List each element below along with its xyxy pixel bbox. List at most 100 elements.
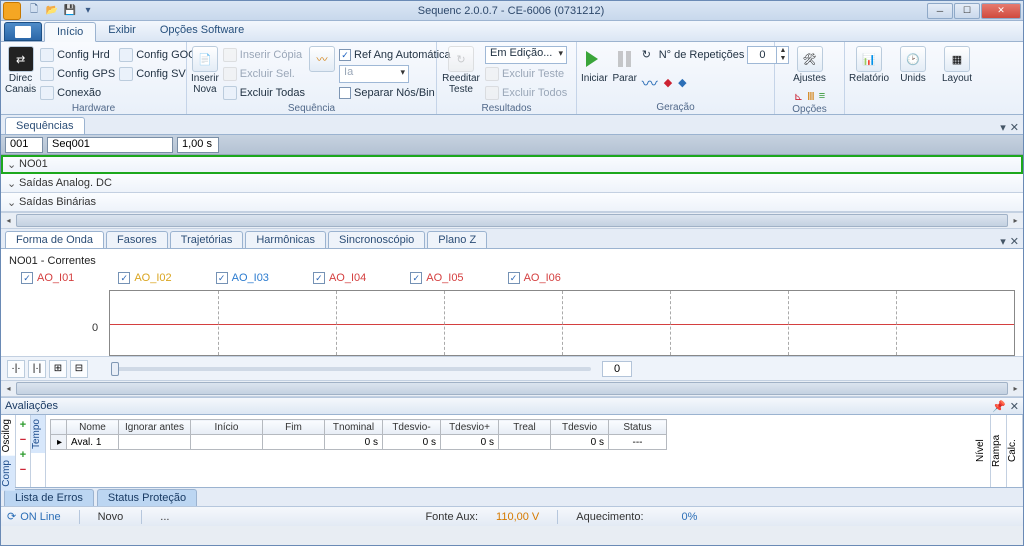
tab-fasores[interactable]: Fasores (106, 231, 168, 248)
close-pane-icon[interactable]: ✕ (1010, 121, 1019, 134)
ref-icon-button[interactable]: 〰 (309, 44, 335, 74)
conexao-button[interactable]: Conexão (40, 84, 115, 102)
unids-button[interactable]: 🕑Unids (893, 44, 933, 86)
window-title: Sequenc 2.0.0.7 - CE-6006 (0731212) (96, 5, 926, 17)
table-row[interactable]: ▸ Aval. 1 0 s 0 s 0 s 0 s --- (51, 435, 667, 450)
excluir-todas-button[interactable]: Excluir Todas (223, 84, 305, 102)
gear-icon (40, 48, 54, 62)
trash-all-icon (485, 86, 499, 100)
row-saidas-analog[interactable]: ⌄Saídas Analog. DC (1, 174, 1023, 193)
channel-ao-i01[interactable]: ✓AO_I01 (21, 272, 74, 284)
tab-exibir[interactable]: Exibir (96, 21, 148, 41)
excluir-teste-button[interactable]: Excluir Teste (485, 65, 567, 83)
sidetab-oscilog[interactable]: Oscilog (1, 415, 15, 456)
sidetab-calc[interactable]: Calc. (1007, 415, 1023, 487)
tab-opcoes[interactable]: Opções Software (148, 21, 256, 41)
channel-ao-i03[interactable]: ✓AO_I03 (216, 272, 269, 284)
row-saidas-bin[interactable]: ⌄Saídas Binárias (1, 193, 1023, 212)
row-no01[interactable]: ⌄NO01 (1, 155, 1023, 174)
relatorio-button[interactable]: 📊Relatório (849, 44, 889, 86)
pin-icon[interactable]: 📌 (992, 400, 1006, 413)
excluir-sel-button[interactable]: Excluir Sel. (223, 65, 305, 83)
qat-save-icon[interactable]: 💾 (62, 3, 78, 19)
iniciar-button[interactable]: Iniciar (581, 44, 608, 86)
direc-canais-button[interactable]: ⇄ Direc Canais (5, 44, 36, 97)
ref-ang-checkbox[interactable]: ✓ (339, 49, 351, 61)
chart-icon[interactable]: ⊾ (794, 90, 803, 103)
close-button[interactable]: ✕ (981, 3, 1021, 19)
wave-tool-icon[interactable]: 〰 (642, 70, 658, 94)
ia-select[interactable]: Ia (339, 65, 409, 83)
sidetab-nivel[interactable]: Nível (975, 415, 991, 487)
checkbox-icon[interactable]: ✓ (216, 272, 228, 284)
cursor-1-button[interactable]: ·|· (7, 360, 25, 378)
checkbox-icon[interactable]: ✓ (313, 272, 325, 284)
seq-duration-field[interactable]: 1,00 s (177, 137, 219, 153)
qat-dropdown-icon[interactable]: ▾ (80, 3, 96, 19)
tab-sincronoscopio[interactable]: Sincronoscópio (328, 231, 425, 248)
cursor-2-button[interactable]: |·| (28, 360, 46, 378)
list-icon[interactable]: ≡ (819, 90, 825, 103)
bars-icon[interactable]: Ⅲ (807, 90, 815, 103)
nrep-label: N° de Repetições (659, 49, 745, 61)
minimize-button[interactable]: ─ (927, 3, 953, 19)
parar-button[interactable]: Parar (612, 44, 638, 86)
maximize-button[interactable]: ☐ (954, 3, 980, 19)
separar-checkbox[interactable] (339, 87, 351, 99)
seq-scrollbar[interactable]: ◂▸ (1, 212, 1023, 229)
marker-red-icon[interactable]: ◆ (664, 76, 672, 89)
group-label-resultados: Resultados (441, 102, 572, 115)
checkbox-icon[interactable]: ✓ (508, 272, 520, 284)
tab-harmonicas[interactable]: Harmônicas (245, 231, 326, 248)
cursor-3-button[interactable]: ⊞ (49, 360, 67, 378)
marker-blue-icon[interactable]: ◆ (678, 76, 686, 89)
channel-ao-i04[interactable]: ✓AO_I04 (313, 272, 366, 284)
sidetab-comp[interactable]: Comp (1, 456, 15, 491)
cursor-4-button[interactable]: ⊟ (70, 360, 88, 378)
tab-inicio[interactable]: Início (44, 22, 96, 42)
channel-ao-i05[interactable]: ✓AO_I05 (410, 272, 463, 284)
zoom-value[interactable]: 0 (602, 361, 632, 377)
file-menu-button[interactable] (4, 22, 42, 41)
sv-icon (119, 67, 133, 81)
sidetab-tempo[interactable]: Tempo (31, 415, 45, 453)
excluir-todos-button[interactable]: Excluir Todos (485, 84, 567, 102)
remove-row-button[interactable]: − (20, 434, 26, 446)
seq-name-field[interactable]: Seq001 (47, 137, 173, 153)
dropdown-icon[interactable]: ▾ (1000, 121, 1006, 134)
channel-ao-i02[interactable]: ✓AO_I02 (118, 272, 171, 284)
checkbox-icon[interactable]: ✓ (410, 272, 422, 284)
checkbox-icon[interactable]: ✓ (21, 272, 33, 284)
tab-sequencias[interactable]: Sequências (5, 117, 85, 134)
reeditar-teste-button[interactable]: ↻ Reeditar Teste (441, 44, 481, 97)
dropdown-icon[interactable]: ▾ (1000, 235, 1006, 248)
channel-ao-i06[interactable]: ✓AO_I06 (508, 272, 561, 284)
qat-new-icon[interactable]: 🗋 (26, 3, 42, 19)
waveform-chart: 0 (109, 290, 1015, 356)
tab-planoz[interactable]: Plano Z (427, 231, 487, 248)
close-pane-icon[interactable]: ✕ (1010, 400, 1019, 413)
add-row-button[interactable]: + (20, 419, 26, 431)
refresh-icon[interactable]: ⟳ (7, 510, 16, 523)
sidetab-rampa[interactable]: Rampa (991, 415, 1007, 487)
tab-forma-onda[interactable]: Forma de Onda (5, 231, 104, 248)
time-slider[interactable] (111, 367, 591, 371)
inserir-copia-button[interactable]: Inserir Cópia (223, 46, 305, 64)
close-pane-icon[interactable]: ✕ (1010, 235, 1019, 248)
add-row2-button[interactable]: + (20, 449, 26, 461)
seq-id-field[interactable]: 001 (5, 137, 43, 153)
qat-open-icon[interactable]: 📂 (44, 3, 60, 19)
ajustes-button[interactable]: 🛠 Ajustes (786, 44, 834, 86)
remove-row2-button[interactable]: − (20, 464, 26, 476)
config-hrd-button[interactable]: Config Hrd (40, 46, 115, 64)
tab-trajetorias[interactable]: Trajetórias (170, 231, 244, 248)
tab-status-protecao[interactable]: Status Proteção (97, 489, 197, 506)
config-gps-button[interactable]: Config GPS (40, 65, 115, 83)
wave-scrollbar[interactable]: ◂▸ (1, 380, 1023, 397)
tab-lista-erros[interactable]: Lista de Erros (4, 489, 94, 506)
inserir-nova-button[interactable]: 📄 Inserir Nova (191, 44, 219, 97)
layout-button[interactable]: ▦Layout (937, 44, 977, 86)
checkbox-icon[interactable]: ✓ (118, 272, 130, 284)
em-edicao-select[interactable]: Em Edição... (485, 46, 567, 64)
delete-all-icon (223, 86, 237, 100)
